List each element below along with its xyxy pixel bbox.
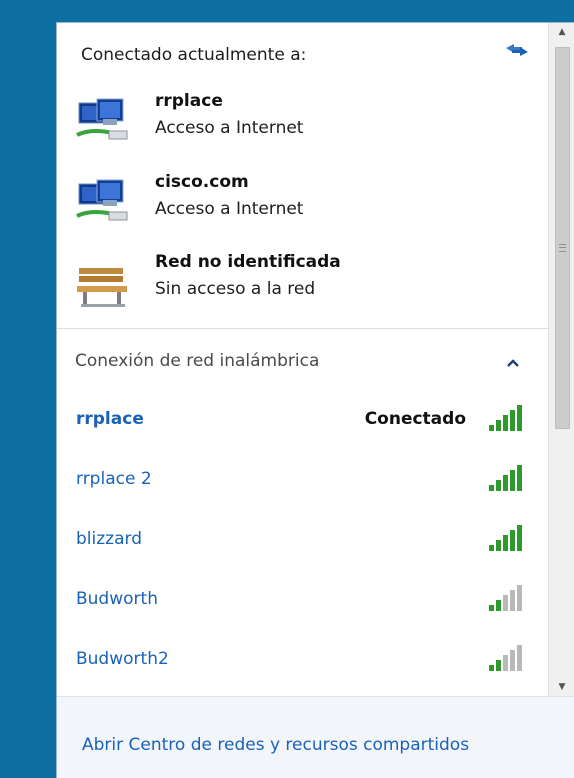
- bench-icon: [77, 268, 127, 307]
- signal-bar: [489, 605, 494, 611]
- connected-network-status: Sin acceso a la red: [155, 279, 316, 299]
- scroll-down-arrow-icon[interactable]: ▼: [549, 678, 574, 696]
- wifi-network-name[interactable]: rrplace 2: [76, 469, 152, 489]
- wifi-network-item[interactable]: blizzard: [57, 517, 548, 565]
- connected-network-status: Acceso a Internet: [155, 199, 304, 219]
- signal-bar: [489, 425, 494, 431]
- signal-bar: [510, 650, 515, 671]
- wireless-section: Conexión de red inalámbrica rrplace Cone…: [57, 329, 548, 696]
- signal-bar: [510, 410, 515, 431]
- refresh-icon[interactable]: [502, 35, 532, 65]
- wifi-network-item[interactable]: Budworth: [57, 577, 548, 625]
- wifi-network-name[interactable]: Budworth2: [76, 649, 169, 669]
- current-connections-section: Conectado actualmente a: rrplace Acceso …: [57, 23, 548, 328]
- signal-bar: [503, 655, 508, 671]
- connected-network-name: Red no identificada: [155, 252, 341, 272]
- signal-bar: [503, 595, 508, 611]
- connected-network-cisco: cisco.com Acceso a Internet: [73, 172, 533, 238]
- wifi-network-item[interactable]: Budworth2: [57, 637, 548, 685]
- chevron-up-icon[interactable]: [503, 353, 523, 373]
- open-network-center-link[interactable]: Abrir Centro de redes y recursos compart…: [82, 735, 469, 755]
- network-icon: [76, 179, 128, 221]
- signal-bar: [510, 590, 515, 611]
- signal-bar: [517, 465, 522, 491]
- signal-bar: [496, 600, 501, 611]
- wireless-section-header[interactable]: Conexión de red inalámbrica: [75, 351, 319, 371]
- signal-strength-icon: [489, 525, 522, 551]
- signal-strength-icon: [489, 405, 522, 431]
- wifi-network-name[interactable]: blizzard: [76, 529, 142, 549]
- wifi-network-name[interactable]: Budworth: [76, 589, 158, 609]
- scrollbar-thumb[interactable]: [555, 47, 570, 429]
- wifi-network-name[interactable]: rrplace: [76, 409, 144, 429]
- connected-network-name: cisco.com: [155, 172, 249, 192]
- flyout-footer: Abrir Centro de redes y recursos compart…: [57, 696, 574, 778]
- signal-strength-icon: [489, 645, 522, 671]
- wifi-network-item[interactable]: rrplace 2: [57, 457, 548, 505]
- signal-bar: [517, 405, 522, 431]
- current-connections-title: Conectado actualmente a:: [81, 45, 307, 65]
- signal-bar: [496, 540, 501, 551]
- signal-strength-icon: [489, 585, 522, 611]
- signal-bar: [517, 525, 522, 551]
- vertical-scrollbar[interactable]: ▲ ▼: [548, 23, 574, 696]
- signal-bar: [503, 535, 508, 551]
- signal-bar: [489, 485, 494, 491]
- signal-bar: [496, 480, 501, 491]
- signal-bar: [496, 420, 501, 431]
- signal-bar: [517, 585, 522, 611]
- signal-bar: [503, 415, 508, 431]
- signal-bar: [517, 645, 522, 671]
- connected-network-name: rrplace: [155, 91, 223, 111]
- scroll-up-arrow-icon[interactable]: ▲: [549, 23, 574, 41]
- network-flyout: Conectado actualmente a: rrplace Acceso …: [56, 22, 574, 778]
- connected-network-status: Acceso a Internet: [155, 118, 304, 138]
- wifi-network-item[interactable]: rrplace Conectado: [57, 397, 548, 445]
- signal-bar: [489, 665, 494, 671]
- wifi-connected-label: Conectado: [364, 409, 466, 429]
- signal-bar: [503, 475, 508, 491]
- signal-bar: [496, 660, 501, 671]
- flyout-scroll-area: Conectado actualmente a: rrplace Acceso …: [57, 23, 548, 696]
- signal-bar: [489, 545, 494, 551]
- signal-bar: [510, 470, 515, 491]
- scrollbar-grip-icon: [559, 244, 566, 252]
- signal-strength-icon: [489, 465, 522, 491]
- connected-network-rrplace: rrplace Acceso a Internet: [73, 91, 533, 157]
- connected-network-unidentified: Red no identificada Sin acceso a la red: [73, 252, 533, 318]
- signal-bar: [510, 530, 515, 551]
- network-icon: [76, 98, 128, 140]
